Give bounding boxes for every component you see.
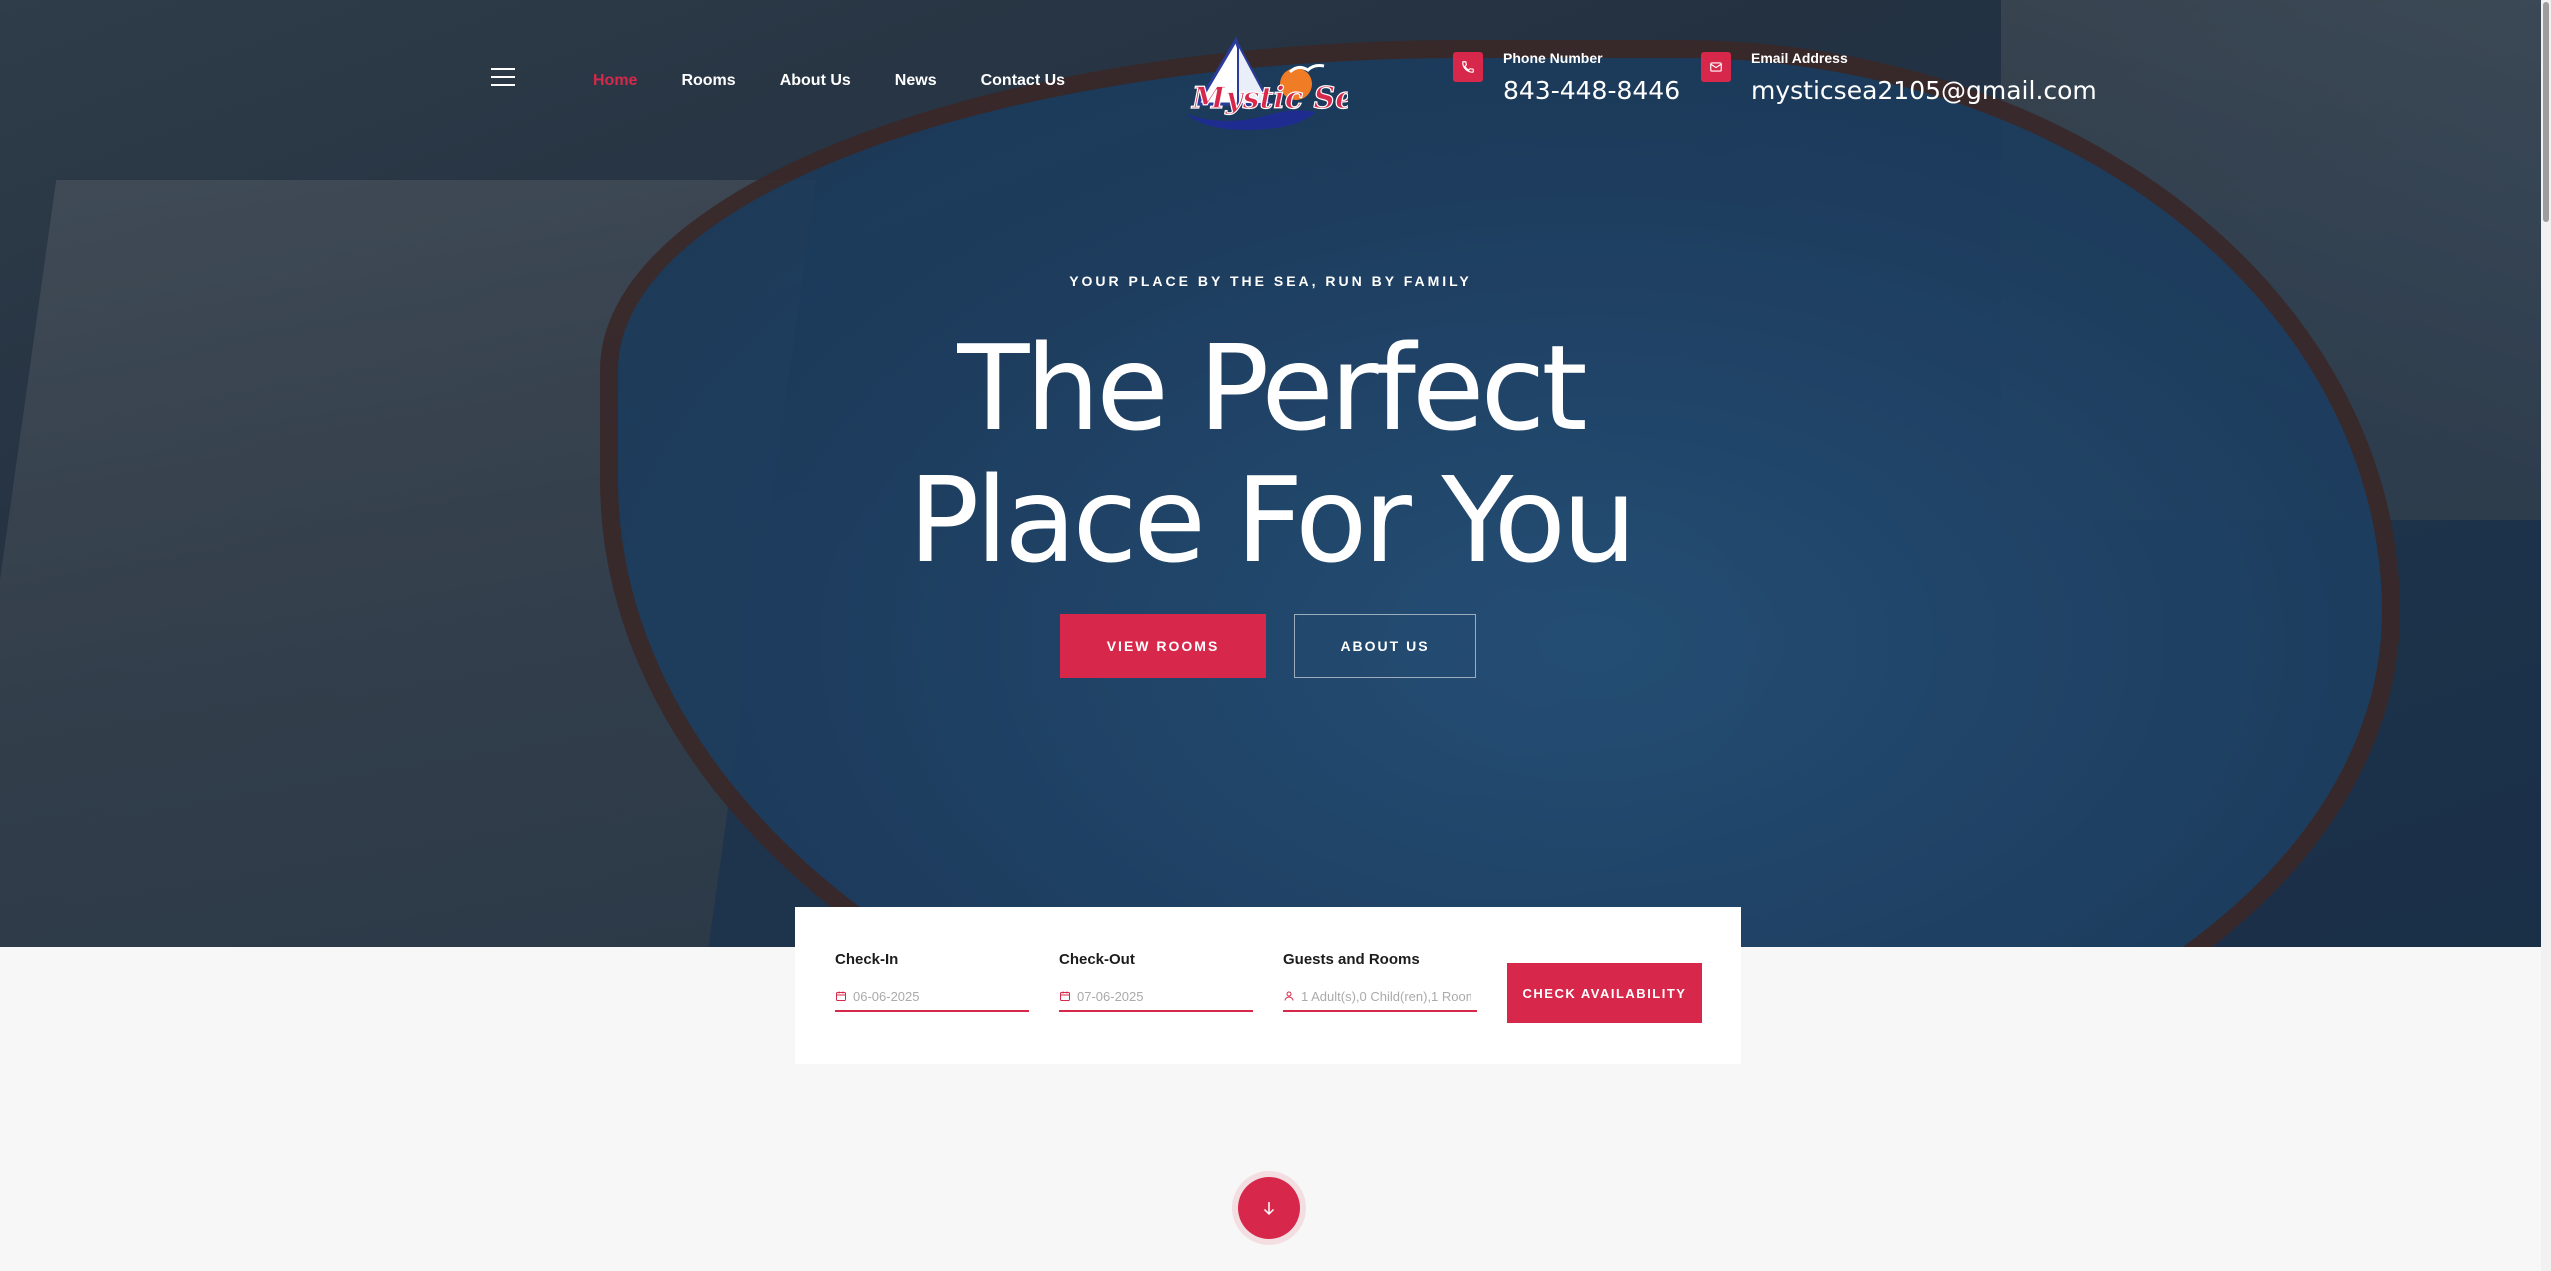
view-rooms-button[interactable]: VIEW ROOMS <box>1060 614 1266 678</box>
mail-icon <box>1701 52 1731 82</box>
checkout-field: Check-Out <box>1059 951 1253 1012</box>
calendar-icon <box>836 991 846 1001</box>
scrollbar-thumb[interactable] <box>2543 2 2549 222</box>
logo-text: Mystic Sea <box>1191 81 1348 116</box>
email-address[interactable]: mysticsea2105@gmail.com <box>1751 76 2097 105</box>
site-logo[interactable]: Mystic Sea <box>1178 32 1374 136</box>
checkout-label: Check-Out <box>1059 951 1135 968</box>
main-nav: Home Rooms About Us News Contact Us <box>593 72 1109 90</box>
contact-email: Email Address mysticsea2105@gmail.com <box>1701 50 2097 105</box>
phone-number[interactable]: 843-448-8446 <box>1503 76 1680 105</box>
scroll-down-button[interactable] <box>1238 1177 1300 1239</box>
about-us-button[interactable]: ABOUT US <box>1294 614 1476 678</box>
checkin-input[interactable] <box>853 988 1023 1004</box>
guests-label: Guests and Rooms <box>1283 951 1420 968</box>
phone-icon <box>1453 52 1483 82</box>
arrow-down-icon <box>1263 1202 1275 1216</box>
nav-item-news[interactable]: News <box>895 72 937 90</box>
logo-image: Mystic Sea <box>1186 36 1374 130</box>
nav-item-rooms[interactable]: Rooms <box>681 72 735 90</box>
hero-tagline: YOUR PLACE BY THE SEA, RUN BY FAMILY <box>1069 273 1472 289</box>
guests-input-wrapper[interactable] <box>1283 982 1477 1012</box>
contact-phone: Phone Number 843-448-8446 <box>1453 50 1680 105</box>
checkout-input-wrapper[interactable] <box>1059 982 1253 1012</box>
phone-label: Phone Number <box>1503 50 1603 66</box>
checkin-label: Check-In <box>835 951 899 968</box>
page-scrollbar[interactable] <box>2541 0 2551 1271</box>
user-icon <box>1284 991 1294 1001</box>
guests-input[interactable] <box>1301 988 1471 1004</box>
booking-form: Check-In Check-Out Guests and Rooms CHEC… <box>795 907 1741 1064</box>
check-availability-button[interactable]: CHECK AVAILABILITY <box>1507 963 1702 1023</box>
menu-icon[interactable] <box>491 68 515 88</box>
hero-headline-line2: Place For You <box>908 451 1637 589</box>
hero-headline-line1: The Perfect <box>957 319 1587 457</box>
checkout-input[interactable] <box>1077 988 1247 1004</box>
checkin-field: Check-In <box>835 951 1029 1012</box>
calendar-icon <box>1060 991 1070 1001</box>
email-label: Email Address <box>1751 50 1848 66</box>
hero-headline: The Perfect Place For You <box>0 322 2541 586</box>
checkin-input-wrapper[interactable] <box>835 982 1029 1012</box>
guests-field: Guests and Rooms <box>1283 951 1477 1012</box>
nav-item-about-us[interactable]: About Us <box>780 72 851 90</box>
nav-item-home[interactable]: Home <box>593 72 637 90</box>
nav-item-contact-us[interactable]: Contact Us <box>981 72 1065 90</box>
